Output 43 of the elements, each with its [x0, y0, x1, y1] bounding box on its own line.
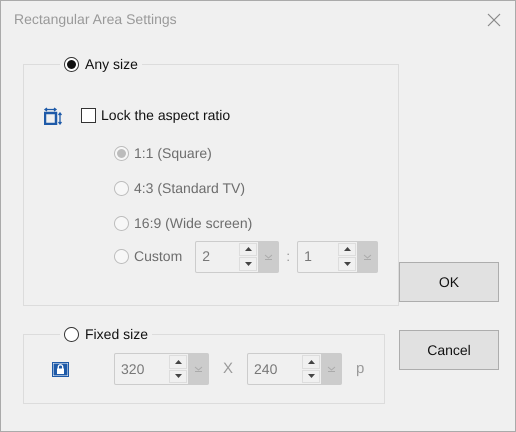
- up-arrow-icon: [344, 247, 351, 252]
- separator-text: :: [286, 247, 290, 266]
- spin-down-button[interactable]: [302, 370, 320, 383]
- spin-down-button[interactable]: [169, 370, 187, 383]
- down-arrow-icon: [308, 374, 315, 378]
- checkbox-label: Lock the aspect ratio: [101, 106, 230, 125]
- checkbox[interactable]: [81, 108, 96, 123]
- up-arrow-icon: [244, 247, 252, 252]
- spin-up-button[interactable]: [338, 242, 356, 256]
- dialog-button[interactable]: OK: [399, 262, 499, 302]
- radio-label: 1:1 (Square): [134, 144, 212, 163]
- dialog-button[interactable]: Cancel: [399, 330, 499, 370]
- radio-label: 4:3 (Standard TV): [134, 179, 246, 198]
- spin-box[interactable]: 240: [247, 353, 342, 385]
- down-arrow-icon: [344, 262, 351, 266]
- spin-box[interactable]: 320: [114, 353, 209, 385]
- radio-label: 16:9 (Wide screen): [134, 214, 252, 233]
- radio-label: Fixed size: [85, 325, 148, 344]
- close-icon[interactable]: [487, 12, 501, 26]
- spin-up-button[interactable]: [169, 355, 187, 368]
- spin-down-button[interactable]: [338, 257, 356, 270]
- down-arrow-icon: [244, 262, 252, 266]
- lock-icon: [52, 362, 69, 376]
- down-arrow-icon: [174, 374, 182, 378]
- radio-label: Any size: [85, 55, 138, 74]
- spin-up-button[interactable]: [302, 355, 320, 368]
- spin-down-button[interactable]: [239, 257, 258, 270]
- unit-label: p: [356, 358, 364, 379]
- spin-box[interactable]: 1: [297, 240, 378, 272]
- window-title: Rectangular Area Settings: [14, 10, 177, 29]
- radio-button[interactable]: [64, 327, 79, 342]
- spin-up-button[interactable]: [239, 242, 258, 256]
- up-arrow-icon: [174, 360, 182, 364]
- resize-icon: [44, 106, 62, 124]
- radio-button[interactable]: [64, 57, 79, 72]
- caret-icon: [264, 254, 273, 260]
- caret-icon: [362, 254, 372, 260]
- caret-icon: [194, 366, 202, 372]
- spin-box[interactable]: 2: [195, 240, 280, 272]
- separator-text: X: [223, 358, 234, 379]
- caret-icon: [326, 366, 336, 372]
- radio-label: Custom: [134, 247, 182, 266]
- up-arrow-icon: [308, 360, 315, 364]
